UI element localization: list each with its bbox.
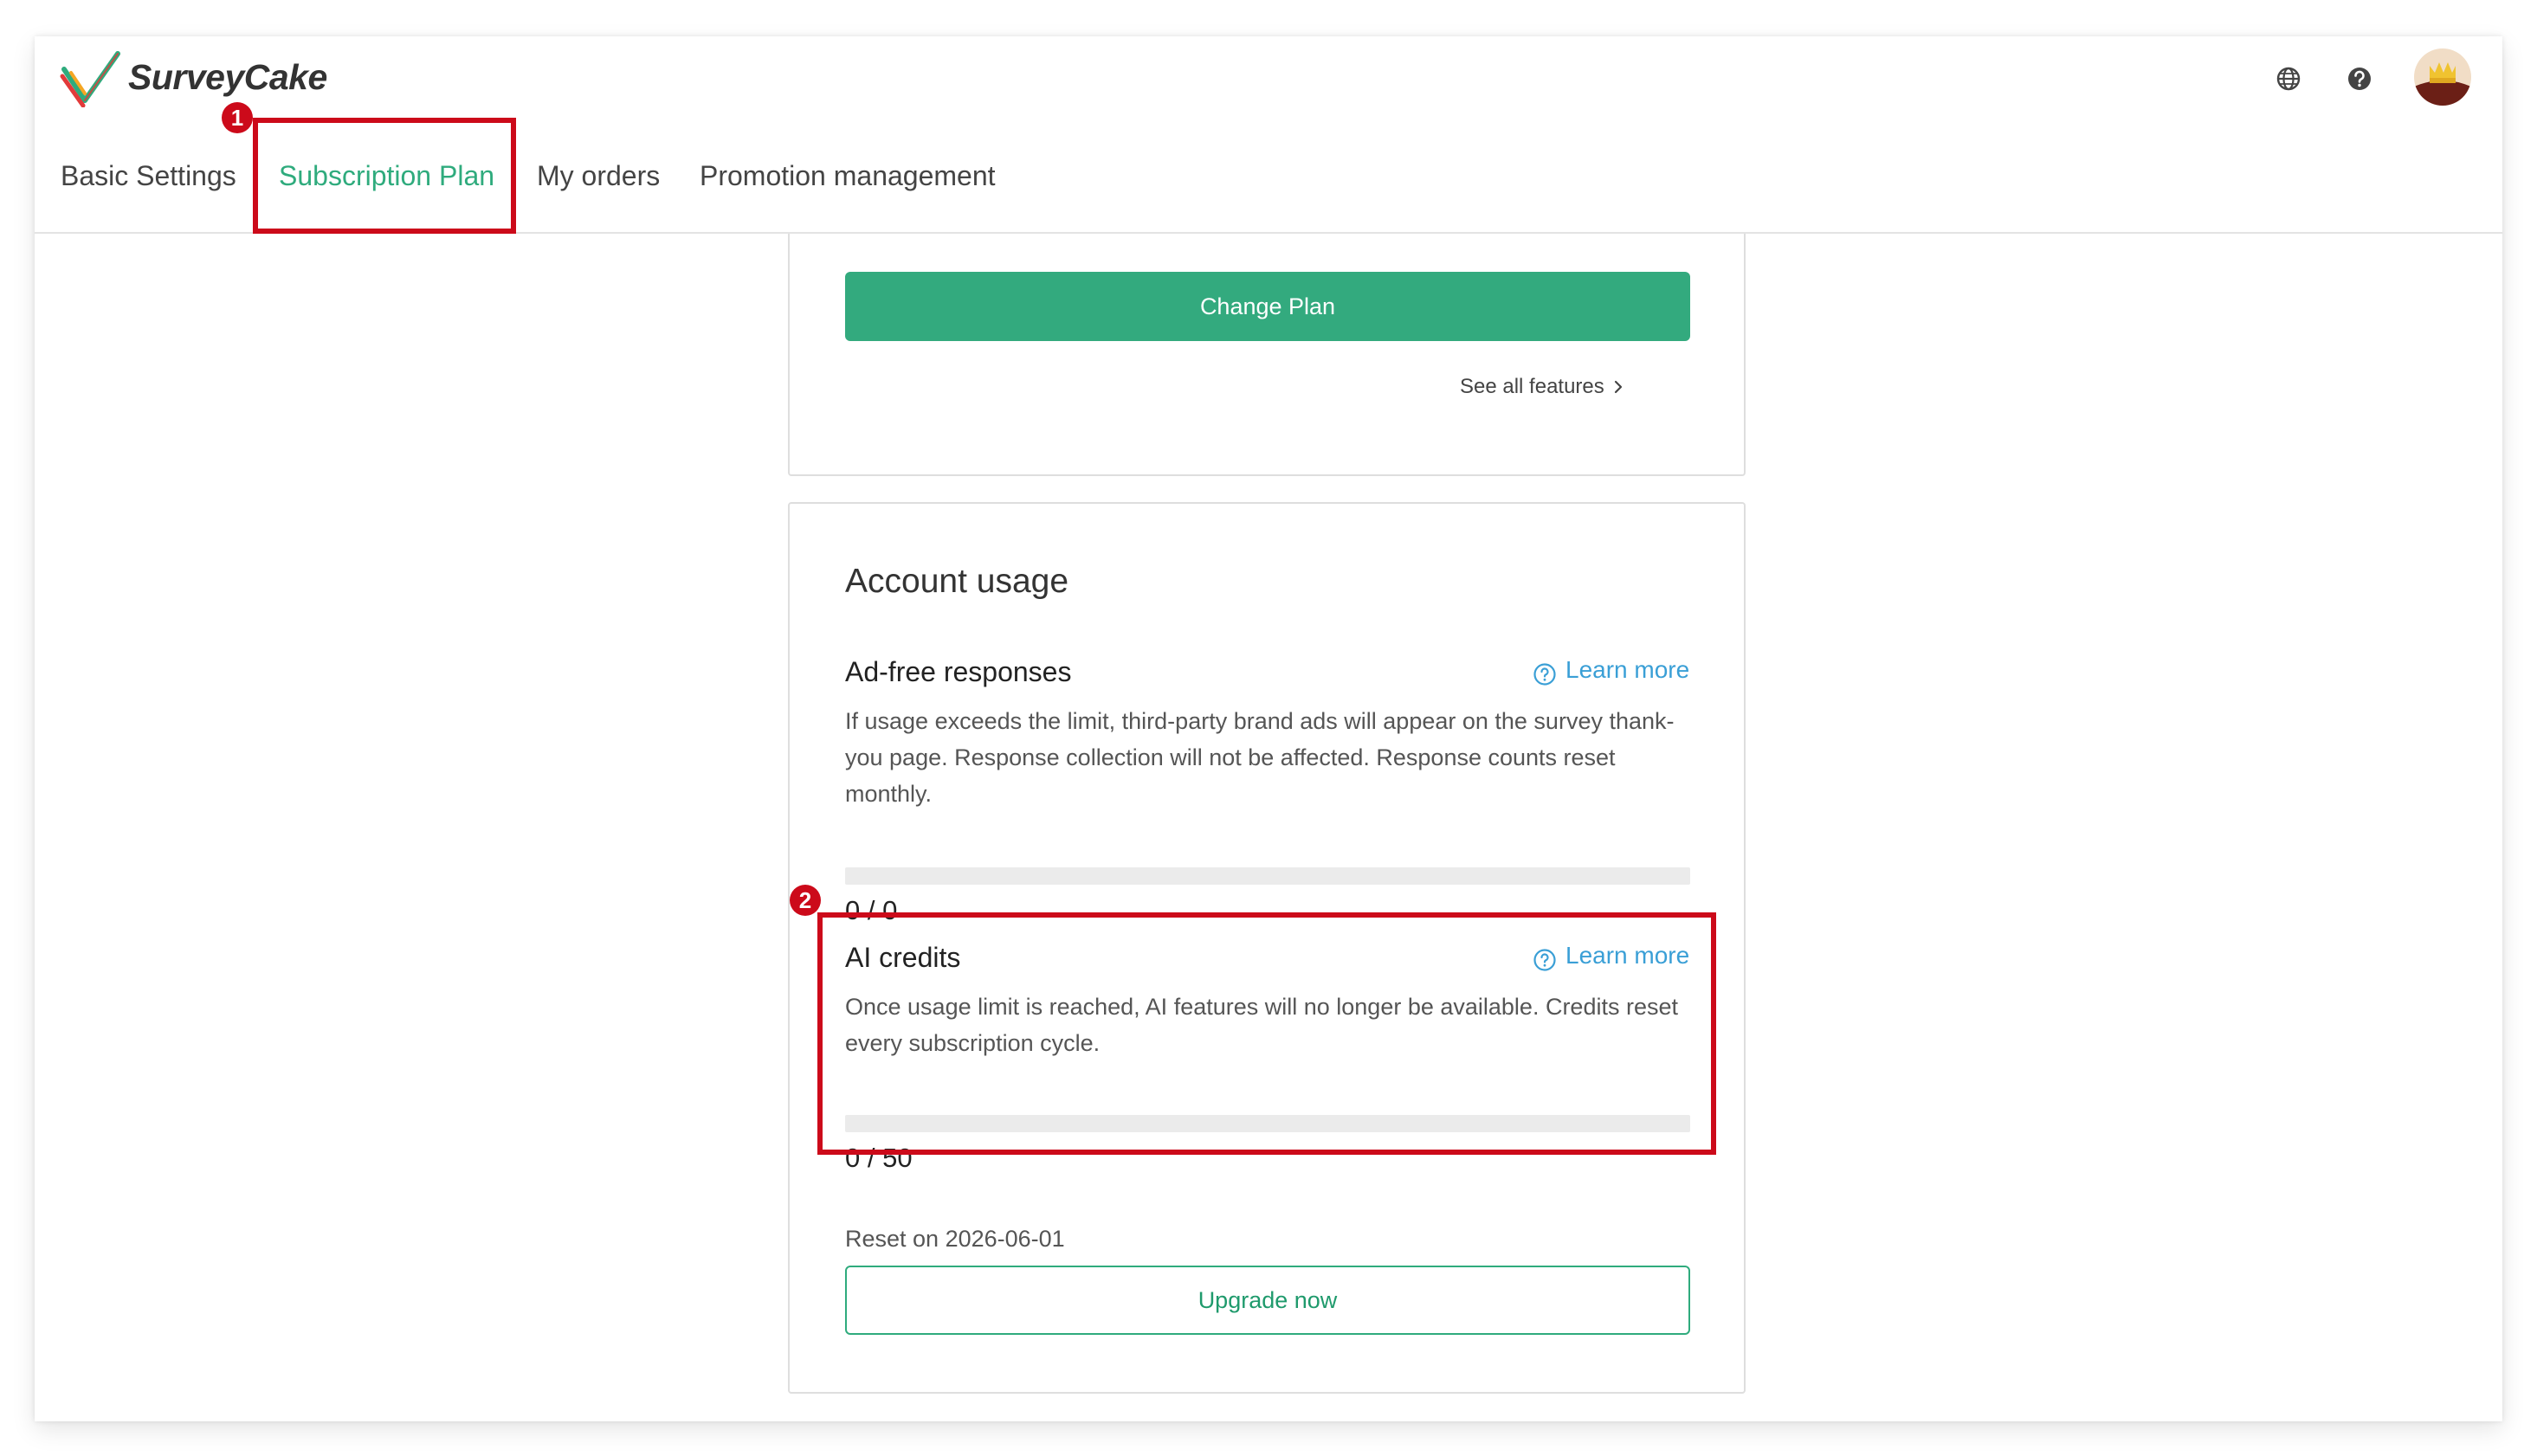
annotation-marker-2: 2 [790, 885, 821, 916]
ad-free-responses-title: Ad-free responses [845, 656, 1072, 687]
tab-basic-settings[interactable]: Basic Settings [61, 119, 236, 232]
question-circle-icon [1533, 663, 1556, 686]
ad-free-responses-description: If usage exceeds the limit, third-party … [845, 708, 1675, 807]
top-bar: SurveyCake [35, 36, 2502, 121]
plan-card: Change Plan See all features [788, 234, 1746, 476]
change-plan-button[interactable]: Change Plan [845, 272, 1690, 341]
globe-icon[interactable] [2274, 64, 2303, 93]
upgrade-now-button[interactable]: Upgrade now [845, 1266, 1690, 1335]
brand-name: SurveyCake [128, 57, 327, 97]
avatar-image-icon [2414, 48, 2471, 106]
surveycake-logo-icon[interactable] [59, 50, 121, 107]
help-icon[interactable] [2345, 64, 2374, 93]
learn-more-label: Learn more [1565, 656, 1690, 683]
ad-free-learn-more-link[interactable]: Learn more [1533, 656, 1697, 691]
highlight-box-subscription-plan [253, 118, 516, 234]
reset-date-text: Reset on 2026-06-01 [845, 1226, 1065, 1252]
see-all-features-link[interactable]: See all features [1460, 372, 1623, 402]
annotation-marker-1: 1 [222, 102, 253, 133]
highlight-box-ai-credits [817, 912, 1716, 1155]
ad-free-usage-bar [845, 867, 1690, 885]
account-usage-title: Account usage [845, 563, 1069, 600]
tab-my-orders[interactable]: My orders [537, 119, 660, 232]
see-all-features-label: See all features [1460, 375, 1604, 398]
avatar[interactable] [2414, 48, 2471, 106]
tab-promotion-management[interactable]: Promotion management [700, 119, 996, 232]
chevron-right-icon [1614, 380, 1623, 394]
app-window: SurveyCake Basic Settings Subscription P… [35, 36, 2502, 1421]
